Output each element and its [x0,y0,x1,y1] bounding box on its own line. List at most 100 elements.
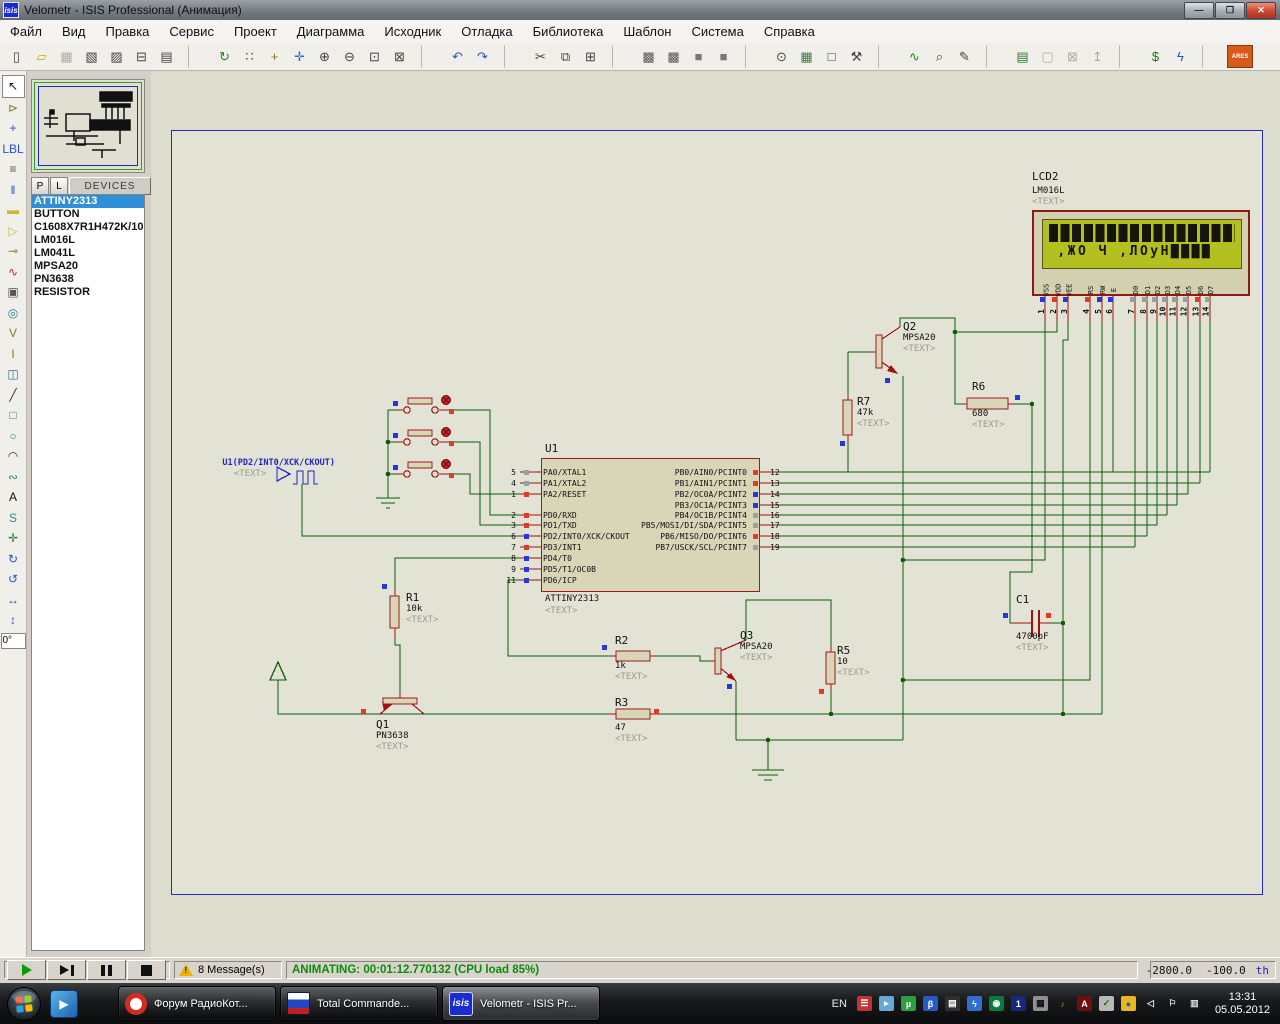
line-2d-icon[interactable]: ╱ [3,385,24,406]
block-copy-icon[interactable]: ▩ [637,45,660,68]
selection-mode-icon[interactable]: ↖ [2,75,25,98]
sep[interactable] [612,45,635,68]
menu-item[interactable]: Отладка [451,21,522,43]
redraw-icon[interactable]: ↻ [213,45,236,68]
stop-button[interactable] [127,960,166,980]
generator-mode-icon[interactable]: ◎ [3,303,24,324]
netlist-to-ares-icon[interactable]: ARES [1227,45,1253,68]
device-list-item[interactable]: ATTINY2313 [32,195,144,208]
zoom-all-icon[interactable]: ⊠ [388,45,411,68]
messages-panel[interactable]: ! 8 Message(s) [174,961,282,979]
device-list-item[interactable]: RESISTOR [32,286,144,299]
search-tag-icon[interactable]: ⌕ [928,45,951,68]
menu-item[interactable]: Библиотека [523,21,614,43]
tape-recorder-mode-icon[interactable]: ▣ [3,282,24,303]
flip-horizontal-icon[interactable]: ↔ [3,590,24,611]
device-list-item[interactable]: MPSA20 [32,260,144,273]
virtual-instrument-mode-icon[interactable]: ◫ [3,364,24,385]
sep[interactable] [188,45,211,68]
text-script-mode-icon[interactable]: ≡ [3,159,24,180]
undo-icon[interactable]: ↶ [446,45,469,68]
cut-icon[interactable]: ✂ [529,45,552,68]
menu-item[interactable]: Правка [96,21,160,43]
device-list-item[interactable]: LM016L [32,234,144,247]
utorrent-icon[interactable]: µ [901,996,916,1011]
title-bar[interactable]: isis Velometr - ISIS Professional (Анима… [0,0,1280,21]
sep[interactable] [745,45,768,68]
menu-item[interactable]: Исходник [374,21,451,43]
block-rotate-icon[interactable]: ■ [687,45,710,68]
taskbar-clock[interactable]: 13:31 05.05.2012 [1215,991,1270,1017]
zoom-area-icon[interactable]: ⊡ [363,45,386,68]
usb-safely-remove-icon[interactable]: ✓ [1099,996,1114,1011]
menu-item[interactable]: Шаблон [613,21,681,43]
marker-2d-icon[interactable]: ✛ [3,528,24,549]
symbol-2d-icon[interactable]: S [3,508,24,529]
taskbar-button-isis[interactable]: isis Velometr - ISIS Pr... [442,986,600,1021]
terminal-mode-icon[interactable]: ▷ [3,221,24,242]
import-section-icon[interactable]: ▧ [80,45,103,68]
voltage-probe-mode-icon[interactable]: V [3,323,24,344]
packaging-tool-icon[interactable]: □ [820,45,843,68]
new-file-icon[interactable]: ▯ [5,45,28,68]
block-move-icon[interactable]: ▩ [662,45,685,68]
remove-sheet-icon[interactable]: ⊠ [1061,45,1084,68]
network-icon[interactable]: ▥ [1187,996,1202,1011]
menu-item[interactable]: Система [681,21,753,43]
device-list-item[interactable]: BUTTON [32,208,144,221]
menu-item[interactable]: Справка [754,21,825,43]
webmoney-icon[interactable]: ◉ [989,996,1004,1011]
media-player-taskbar-icon[interactable]: ▶ [50,990,78,1018]
block-delete-icon[interactable]: ■ [712,45,735,68]
download-master-icon[interactable]: ϟ [967,996,982,1011]
zoom-in-icon[interactable]: ⊕ [313,45,336,68]
pick-parts-button[interactable]: P [31,177,49,195]
sep[interactable] [1202,45,1225,68]
grid-toggle-icon[interactable]: ∷ [238,45,261,68]
device-pin-mode-icon[interactable]: ⊸ [3,241,24,262]
subcircuit-mode-icon[interactable]: ▬ [3,200,24,221]
flip-vertical-icon[interactable]: ↕ [3,610,24,631]
sep[interactable] [986,45,1009,68]
origin-icon[interactable]: + [263,45,286,68]
minimize-button[interactable]: — [1184,2,1214,19]
calculator-icon[interactable]: ▦ [1033,996,1048,1011]
rotate-cw-icon[interactable]: ↻ [3,549,24,570]
menu-item[interactable]: Файл [0,21,52,43]
paste-icon[interactable]: ⊞ [579,45,602,68]
menu-item[interactable]: Проект [224,21,287,43]
wire-label-mode-icon[interactable]: LBL [3,139,24,160]
path-2d-icon[interactable]: ∾ [3,467,24,488]
speaker-icon[interactable]: ◁ [1143,996,1158,1011]
punto-switcher-icon[interactable]: A [1077,996,1092,1011]
rotate-ccw-icon[interactable]: ↺ [3,569,24,590]
box-2d-icon[interactable]: □ [3,405,24,426]
bill-of-materials-icon[interactable]: $ [1144,45,1167,68]
library-manage-button[interactable]: L [50,177,68,195]
copy-icon[interactable]: ⧉ [554,45,577,68]
junction-dot-mode-icon[interactable]: + [3,118,24,139]
close-button[interactable]: ✕ [1246,2,1276,19]
make-device-icon[interactable]: ▦ [795,45,818,68]
keyboard-icon[interactable]: ▤ [945,996,960,1011]
taskbar-button-total-commander[interactable]: Total Commande... [280,986,438,1021]
component-mode-icon[interactable]: ⊳ [3,98,24,119]
pause-button[interactable] [87,960,126,980]
overview-window[interactable] [31,79,145,173]
redo-icon[interactable]: ↷ [471,45,494,68]
pan-icon[interactable]: ✛ [288,45,311,68]
arc-2d-icon[interactable]: ◠ [3,446,24,467]
electrical-rules-check-icon[interactable]: ϟ [1169,45,1192,68]
rotation-angle-input[interactable]: 0° [1,633,26,649]
device-list-item[interactable]: LM041L [32,247,144,260]
print-area-icon[interactable]: ▤ [155,45,178,68]
text-2d-icon[interactable]: A [3,487,24,508]
restore-button[interactable]: ❐ [1215,2,1245,19]
one-icon[interactable]: 1 [1011,996,1026,1011]
decompose-icon[interactable]: ⚒ [845,45,868,68]
sep[interactable] [504,45,527,68]
sep[interactable] [1119,45,1142,68]
media-player-tray-icon[interactable]: ▸ [879,996,894,1011]
bus-mode-icon[interactable]: ‖ [3,180,24,201]
bluetooth-icon[interactable]: β [923,996,938,1011]
